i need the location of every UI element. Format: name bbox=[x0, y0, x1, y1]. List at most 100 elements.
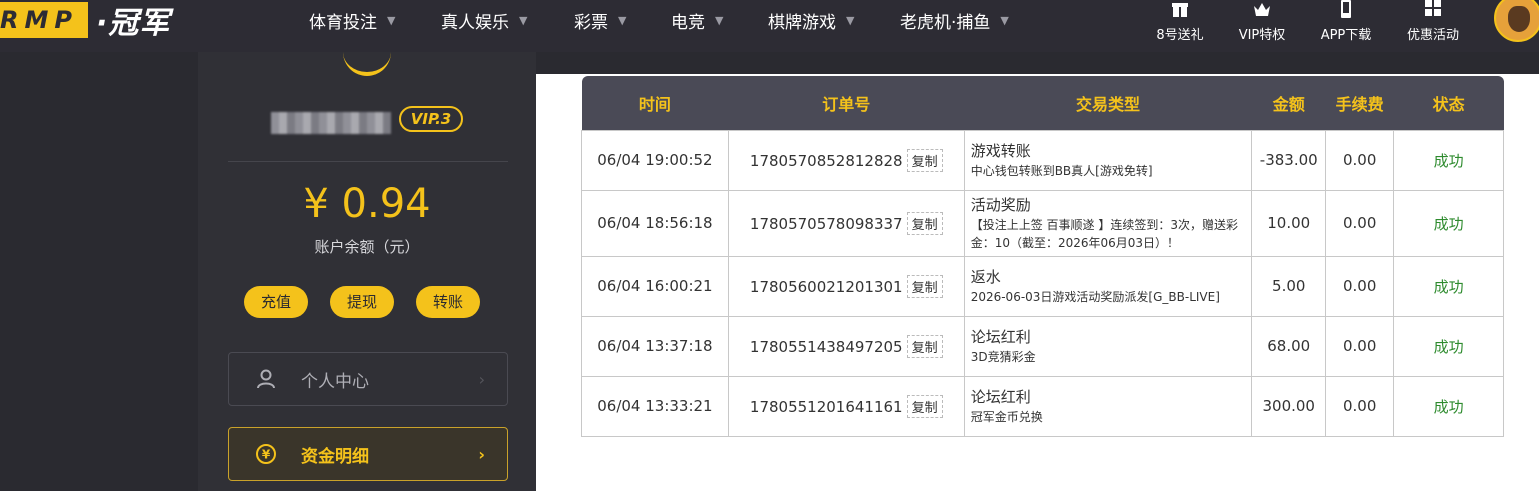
toplink-gift[interactable]: 8号送礼 bbox=[1140, 0, 1220, 43]
balance-label: 账户余额（元） bbox=[314, 238, 420, 256]
cell-amount: 68.00 bbox=[1251, 315, 1327, 377]
copy-button[interactable]: 复制 bbox=[906, 211, 943, 235]
nav-item-label: 老虎机·捕鱼 bbox=[900, 12, 991, 33]
copy-button[interactable]: 复制 bbox=[906, 334, 943, 358]
type-desc: 冠军金币兑换 bbox=[970, 409, 1043, 424]
cell-fee: 0.00 bbox=[1325, 375, 1395, 437]
cell-order: 1780570578098337 复制 bbox=[727, 189, 965, 257]
nav-item-label: 电竞 bbox=[671, 12, 705, 33]
type-desc: 2026-06-03日游戏活动奖励派发[G_BB-LIVE] bbox=[970, 289, 1220, 304]
deposit-button[interactable]: 充值 bbox=[244, 286, 308, 318]
toplink-vip[interactable]: VIP特权 bbox=[1222, 0, 1302, 43]
balance-amount: ¥ 0.94 bbox=[303, 181, 431, 227]
toplink-promotions[interactable]: 优惠活动 bbox=[1393, 0, 1473, 43]
cell-type: 论坛红利冠军金币兑换 bbox=[963, 375, 1253, 437]
cell-status: 成功 bbox=[1393, 375, 1504, 437]
copy-button[interactable]: 复制 bbox=[906, 274, 943, 298]
nav-item-esports[interactable]: 电竞 ▼ bbox=[671, 0, 723, 40]
type-title: 活动奖励 bbox=[970, 196, 1031, 215]
header-fee: 手续费 bbox=[1325, 76, 1394, 130]
nav-item-label: 体育投注 bbox=[309, 12, 377, 33]
cell-amount: -383.00 bbox=[1251, 129, 1327, 191]
site-logo[interactable]: RMP ·冠军 bbox=[0, 0, 170, 41]
gift-icon bbox=[1172, 3, 1188, 17]
nav-item-label: 棋牌游戏 bbox=[768, 12, 836, 33]
header-amount: 金额 bbox=[1251, 76, 1326, 130]
menu-item-label: 资金明细 bbox=[301, 446, 369, 467]
table-row: 06/04 13:37:18 1780551438497205 复制 论坛红利 3D… bbox=[581, 315, 1504, 377]
table-row: 06/04 19:00:52 1780570852812828 复制 游戏转账 中心… bbox=[581, 129, 1504, 191]
type-desc: 中心钱包转账到BB真人[游戏免转] bbox=[970, 163, 1153, 178]
menu-item-personal-center[interactable]: 个人中心 › bbox=[228, 352, 508, 406]
user-icon bbox=[257, 369, 275, 389]
cell-type: 游戏转账 中心钱包转账到BB真人[游戏免转] bbox=[963, 129, 1253, 191]
cell-time: 06/04 19:00:52 bbox=[581, 129, 729, 191]
order-number: 1780551438497205 bbox=[749, 337, 903, 356]
nav-item-label: 真人娱乐 bbox=[441, 12, 509, 33]
header-status: 状态 bbox=[1393, 76, 1504, 130]
order-number: 1780560021201301 bbox=[749, 277, 903, 296]
toplink-app[interactable]: APP下载 bbox=[1306, 0, 1386, 43]
nav-item-slots-fishing[interactable]: 老虎机·捕鱼 ▼ bbox=[900, 0, 1009, 40]
cell-fee: 0.00 bbox=[1325, 255, 1395, 317]
cell-order: 1780551438497205 复制 bbox=[727, 315, 965, 377]
order-number: 1780570852812828 bbox=[749, 151, 903, 170]
cell-fee: 0.00 bbox=[1325, 315, 1395, 377]
chevron-down-icon: ▼ bbox=[618, 13, 627, 27]
cell-fee: 0.00 bbox=[1325, 129, 1395, 191]
cell-type: 论坛红利 3D竞猜彩金 bbox=[963, 315, 1253, 377]
nav-item-sports[interactable]: 体育投注 ▼ bbox=[309, 0, 395, 40]
crown-icon bbox=[1254, 3, 1270, 16]
username-blurred bbox=[271, 112, 391, 134]
type-desc: 【投注上上签 百事顺遂 】连续签到：3次，赠送彩金：10（截至：2026年06月… bbox=[970, 218, 1238, 250]
top-navbar: RMP ·冠军 体育投注 ▼ 真人娱乐 ▼ 彩票 ▼ 电竞 ▼ 棋牌游戏 ▼ 老… bbox=[0, 0, 1539, 52]
cell-order: 1780551201641161 复制 bbox=[727, 375, 965, 437]
menu-item-fund-details[interactable]: ¥ 资金明细 › bbox=[228, 427, 508, 481]
chevron-down-icon: ▼ bbox=[846, 13, 855, 27]
cell-order: 1780560021201301 复制 bbox=[727, 255, 965, 317]
type-title: 论坛红利 bbox=[970, 387, 1031, 406]
chevron-right-icon: › bbox=[478, 369, 485, 389]
nav-item-card-games[interactable]: 棋牌游戏 ▼ bbox=[768, 0, 854, 40]
cell-type: 返水 2026-06-03日游戏活动奖励派发[G_BB-LIVE] bbox=[963, 255, 1253, 317]
profile-divider bbox=[228, 161, 508, 162]
type-desc: 3D竞猜彩金 bbox=[970, 349, 1036, 364]
yen-coin-icon: ¥ bbox=[256, 444, 276, 464]
cell-amount: 5.00 bbox=[1251, 255, 1327, 317]
header-type: 交易类型 bbox=[964, 76, 1252, 130]
vip-badge: VIP.3 bbox=[399, 106, 463, 132]
copy-button[interactable]: 复制 bbox=[906, 394, 943, 418]
grid-icon bbox=[1425, 0, 1441, 16]
toplink-label: 优惠活动 bbox=[1406, 28, 1459, 43]
cell-time: 06/04 18:56:18 bbox=[581, 189, 729, 257]
cell-time: 06/04 13:33:21 bbox=[581, 375, 729, 437]
nav-item-label: 彩票 bbox=[574, 12, 608, 33]
content-top-strip bbox=[536, 52, 1539, 74]
table-row: 06/04 18:56:18 1780570578098337 复制 活动奖励【投… bbox=[581, 189, 1504, 257]
cell-amount: 300.00 bbox=[1251, 375, 1327, 437]
phone-icon bbox=[1341, 0, 1351, 18]
chevron-right-icon: › bbox=[478, 444, 485, 464]
type-title: 返水 bbox=[970, 267, 1001, 286]
transfer-button[interactable]: 转账 bbox=[416, 286, 480, 318]
withdraw-button[interactable]: 提现 bbox=[330, 286, 394, 318]
header-time: 时间 bbox=[581, 76, 729, 130]
chevron-down-icon: ▼ bbox=[1000, 13, 1009, 27]
cell-order: 1780570852812828 复制 bbox=[727, 129, 965, 191]
nav-item-lottery[interactable]: 彩票 ▼ bbox=[574, 0, 626, 40]
order-number: 1780551201641161 bbox=[749, 397, 903, 416]
nav-item-live-casino[interactable]: 真人娱乐 ▼ bbox=[441, 0, 527, 40]
chevron-down-icon: ▼ bbox=[519, 13, 528, 27]
toplink-label: 8号送礼 bbox=[1156, 28, 1204, 43]
header-order: 订单号 bbox=[728, 76, 965, 130]
cell-status: 成功 bbox=[1393, 255, 1504, 317]
cell-type: 活动奖励【投注上上签 百事顺遂 】连续签到：3次，赠送彩金：10（截至：2026… bbox=[963, 189, 1253, 257]
avatar[interactable] bbox=[1494, 0, 1539, 42]
cell-status: 成功 bbox=[1393, 129, 1504, 191]
menu-item-label: 个人中心 bbox=[301, 371, 369, 392]
cell-fee: 0.00 bbox=[1325, 189, 1395, 257]
type-title: 论坛红利 bbox=[970, 327, 1031, 346]
table-row: 06/04 13:33:21 1780551201641161 复制 论坛红利冠军… bbox=[581, 375, 1504, 437]
cell-status: 成功 bbox=[1393, 189, 1504, 257]
copy-button[interactable]: 复制 bbox=[906, 148, 943, 172]
